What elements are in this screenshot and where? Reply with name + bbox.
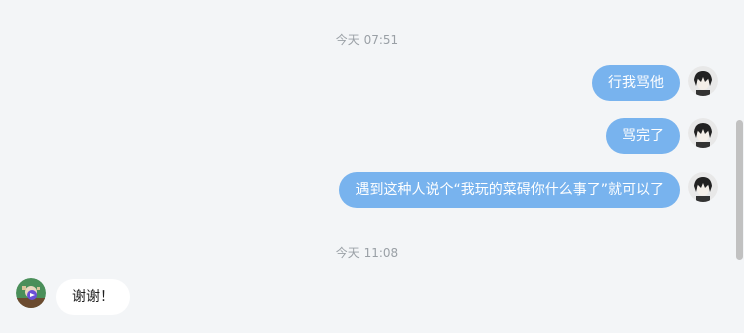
timestamp: 今天 11:08 [335, 246, 399, 260]
message-bubble-outgoing[interactable]: 骂完了 [606, 118, 680, 154]
message-bubble-outgoing[interactable]: 行我骂他 [592, 65, 680, 101]
message-bubble-incoming[interactable]: 谢谢！ [56, 279, 130, 315]
self-avatar-icon[interactable] [688, 172, 718, 202]
timestamp: 今天 07:51 [335, 33, 399, 47]
chat-window: 今天 07:51 行我骂他 骂完了 遇到这种人说个“我玩的菜碍你什么事了”就可以… [0, 0, 744, 333]
other-avatar-icon[interactable] [16, 278, 46, 308]
message-bubble-outgoing[interactable]: 遇到这种人说个“我玩的菜碍你什么事了”就可以了 [339, 172, 680, 208]
self-avatar-icon[interactable] [688, 118, 718, 148]
scrollbar-thumb[interactable] [736, 120, 743, 260]
self-avatar-icon[interactable] [688, 66, 718, 96]
